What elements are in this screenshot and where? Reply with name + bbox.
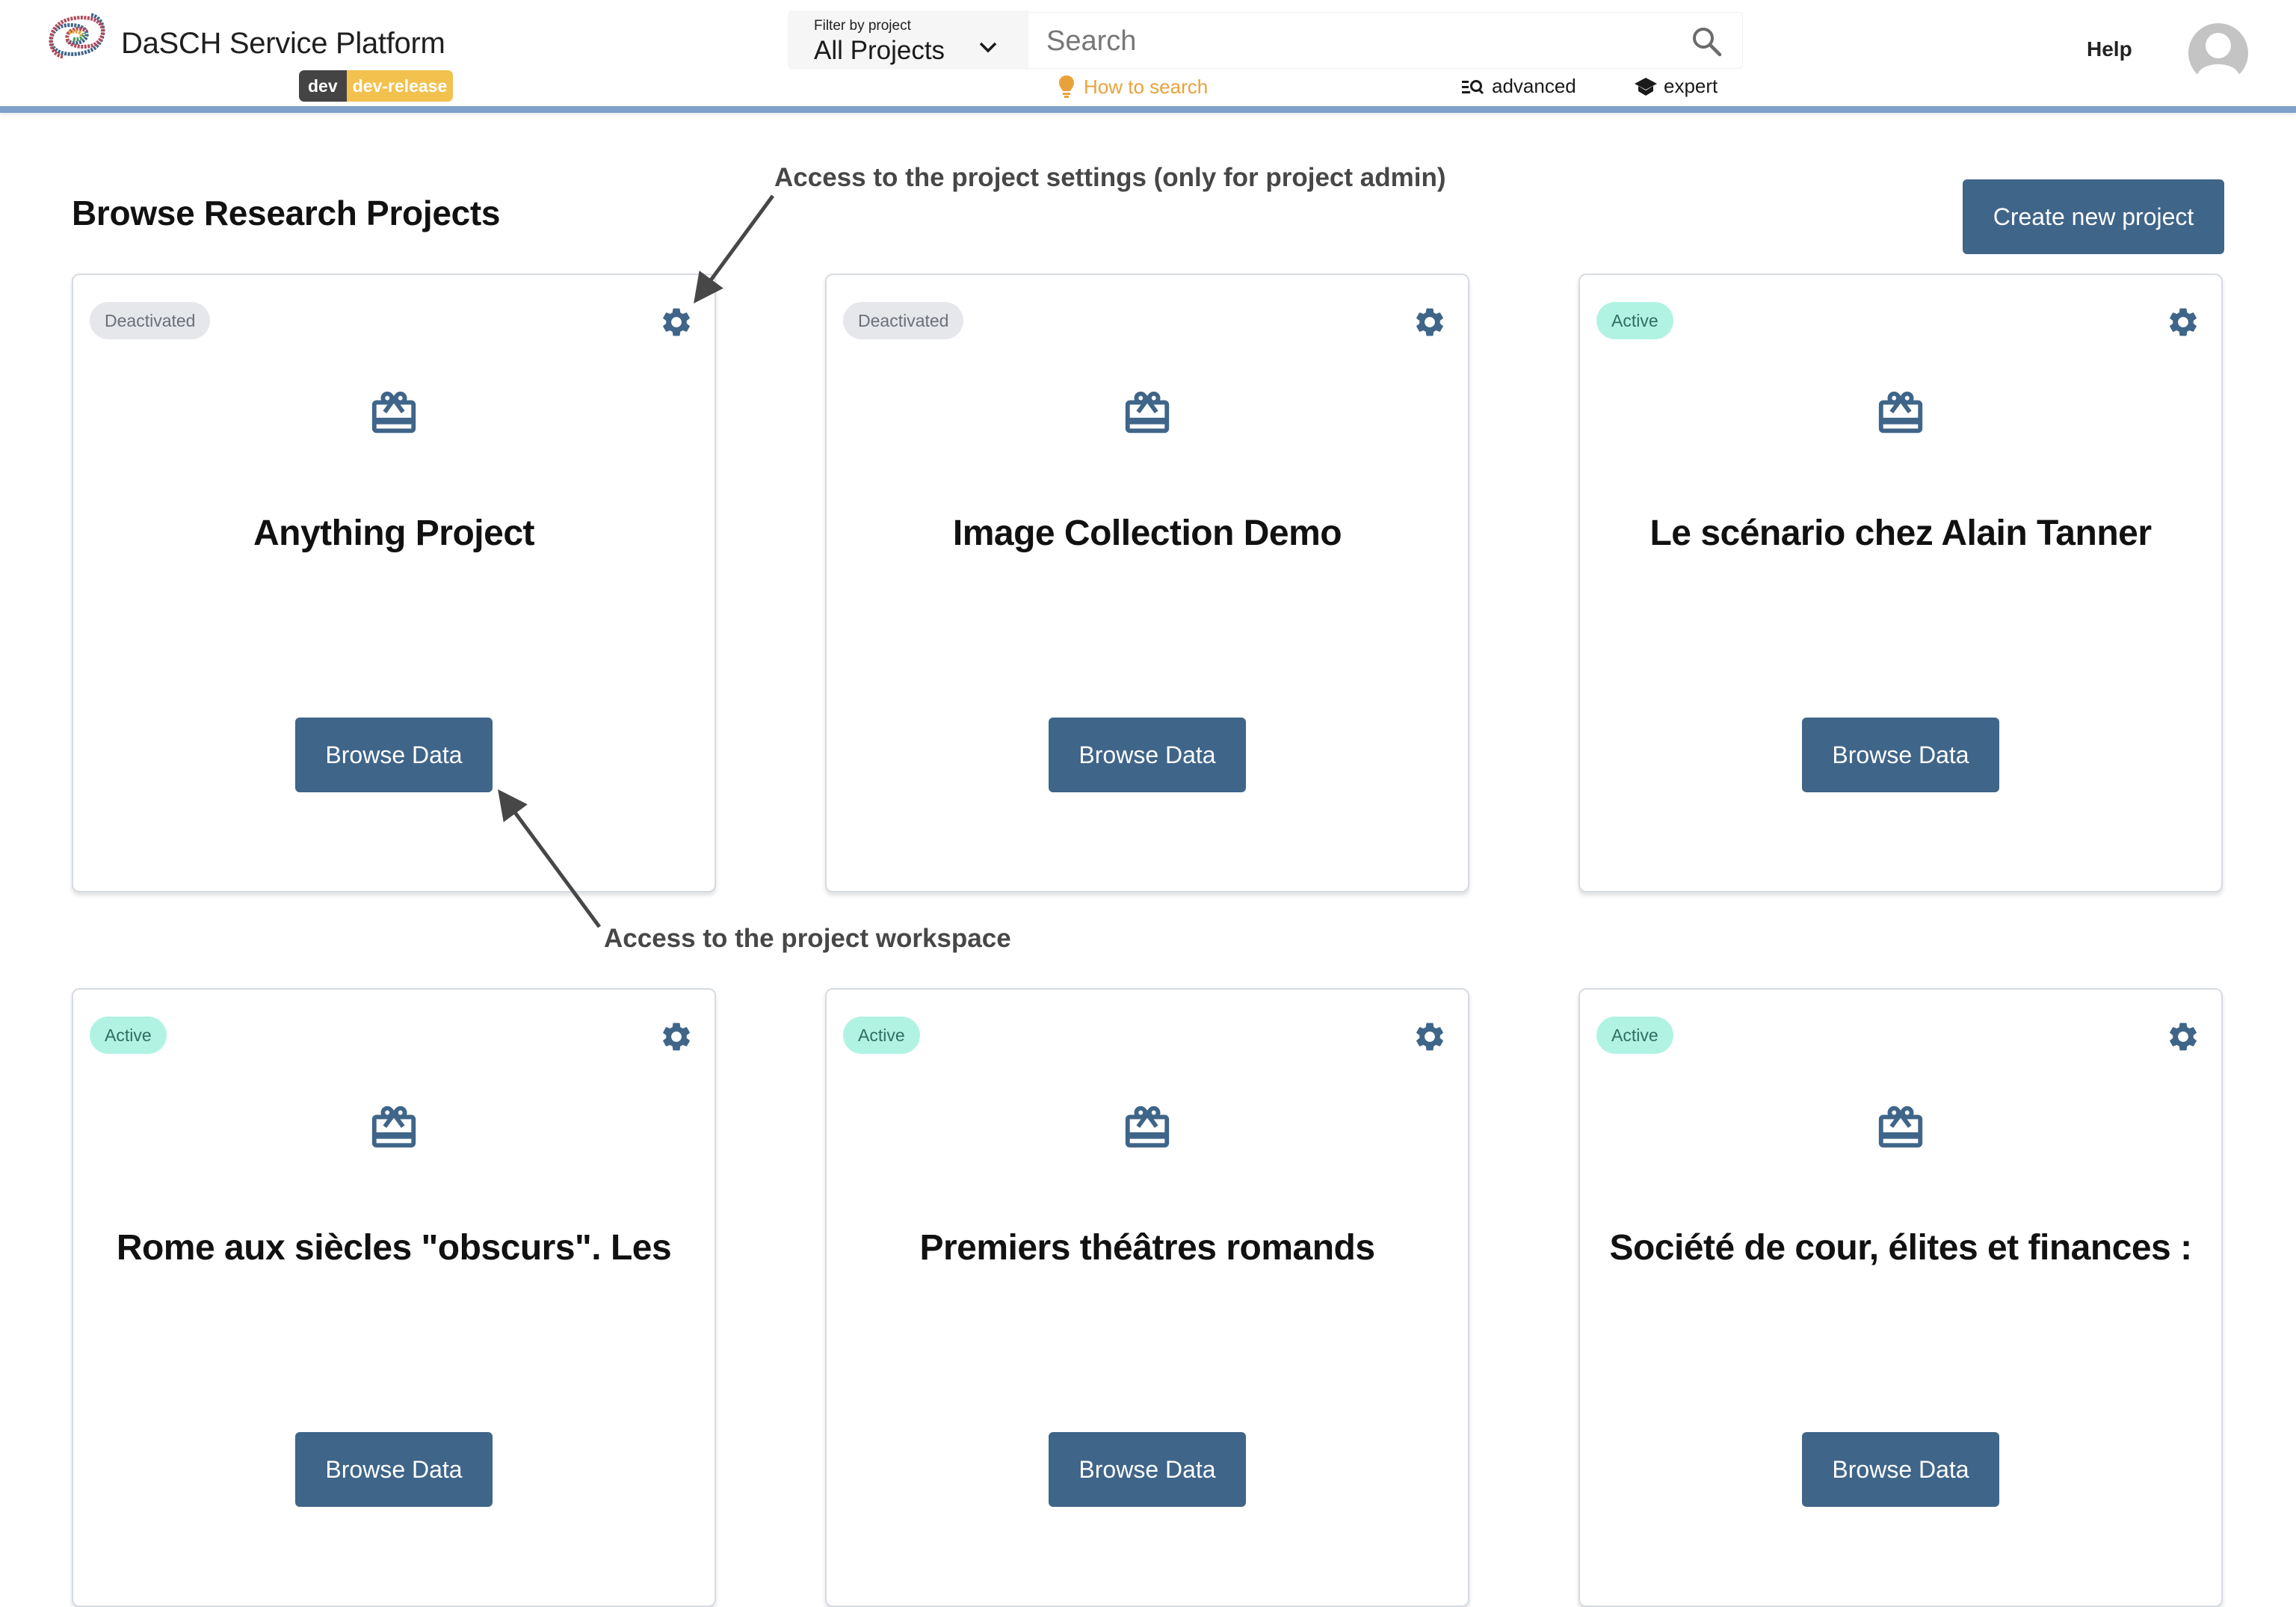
help-link[interactable]: Help xyxy=(2087,37,2132,61)
chevron-down-icon[interactable] xyxy=(976,39,1000,57)
browse-data-button[interactable]: Browse Data xyxy=(1802,1432,1999,1507)
browse-data-button[interactable]: Browse Data xyxy=(295,1432,493,1507)
project-title: Premiers théâtres romands xyxy=(919,1228,1375,1268)
status-badge: Active xyxy=(1596,1017,1673,1054)
project-title: Société de cour, élites et finances : xyxy=(1609,1228,2192,1268)
filter-value[interactable]: All Projects xyxy=(814,36,945,66)
annotation-settings: Access to the project settings (only for… xyxy=(774,163,1446,192)
project-card: Deactivated Image Collection Demo Browse… xyxy=(825,274,1469,892)
card-giftcard-icon xyxy=(1878,391,1923,434)
card-giftcard-icon xyxy=(1878,1105,1923,1148)
filter-label: Filter by project xyxy=(814,18,911,34)
status-badge: Deactivated xyxy=(90,302,211,339)
gear-icon[interactable] xyxy=(2166,305,2200,339)
browse-data-button[interactable]: Browse Data xyxy=(295,718,493,792)
gear-icon[interactable] xyxy=(1413,305,1447,339)
project-title: Image Collection Demo xyxy=(952,513,1342,553)
search-field xyxy=(1028,12,1743,69)
card-giftcard-icon xyxy=(1125,391,1170,434)
app-title[interactable]: DaSCH Service Platform xyxy=(121,27,445,61)
gear-icon[interactable] xyxy=(2166,1020,2200,1054)
school-icon xyxy=(1635,77,1657,96)
page-title: Browse Research Projects xyxy=(72,194,501,232)
project-card: Active Rome aux siècles "obscurs". Les B… xyxy=(72,988,716,1607)
manage-search-icon xyxy=(1462,79,1484,94)
project-card: Active Premiers théâtres romands Browse … xyxy=(825,988,1469,1607)
browse-data-button[interactable]: Browse Data xyxy=(1049,718,1246,792)
project-card: Active Le scénario chez Alain Tanner Bro… xyxy=(1578,274,2223,892)
status-badge: Active xyxy=(843,1017,920,1054)
annotation-workspace: Access to the project workspace xyxy=(604,924,1011,953)
project-filter-select[interactable]: Filter by project All Projects xyxy=(788,10,1028,70)
lightbulb-icon xyxy=(1059,75,1074,98)
card-giftcard-icon xyxy=(371,391,416,434)
project-title: Rome aux siècles "obscurs". Les xyxy=(116,1228,672,1268)
expert-label: expert xyxy=(1664,75,1718,97)
env-name: dev xyxy=(299,70,347,102)
browse-data-button[interactable]: Browse Data xyxy=(1049,1432,1246,1507)
header-divider xyxy=(0,106,2296,113)
account-circle-icon[interactable] xyxy=(2188,23,2248,83)
card-giftcard-icon xyxy=(371,1105,416,1148)
env-release: dev-release xyxy=(346,70,454,102)
how-to-search-link[interactable]: How to search xyxy=(1058,75,1208,99)
browse-data-button[interactable]: Browse Data xyxy=(1802,718,1999,792)
create-project-button[interactable]: Create new project xyxy=(1963,179,2224,254)
search-icon[interactable] xyxy=(1690,25,1723,58)
advanced-label: advanced xyxy=(1492,75,1576,97)
advanced-search-link[interactable]: advanced xyxy=(1462,75,1576,98)
project-title: Le scénario chez Alain Tanner xyxy=(1650,513,2152,553)
status-badge: Active xyxy=(1596,302,1673,339)
dasch-logo-icon[interactable] xyxy=(46,10,108,61)
card-giftcard-icon xyxy=(1125,1105,1170,1148)
project-title: Anything Project xyxy=(253,513,535,553)
top-header: DaSCH Service Platform dev dev-release F… xyxy=(0,0,2296,106)
gear-icon[interactable] xyxy=(659,1020,694,1054)
project-card: Active Société de cour, élites et financ… xyxy=(1578,988,2223,1607)
search-input[interactable] xyxy=(1046,20,1674,62)
status-badge: Active xyxy=(90,1017,167,1054)
status-badge: Deactivated xyxy=(843,302,964,339)
gear-icon[interactable] xyxy=(1413,1020,1447,1054)
environment-badge: dev dev-release xyxy=(299,70,454,102)
how-to-search-label: How to search xyxy=(1084,75,1209,98)
project-card: Deactivated Anything Project Browse Data xyxy=(72,274,716,892)
gear-icon[interactable] xyxy=(659,305,694,339)
expert-search-link[interactable]: expert xyxy=(1634,75,1718,98)
